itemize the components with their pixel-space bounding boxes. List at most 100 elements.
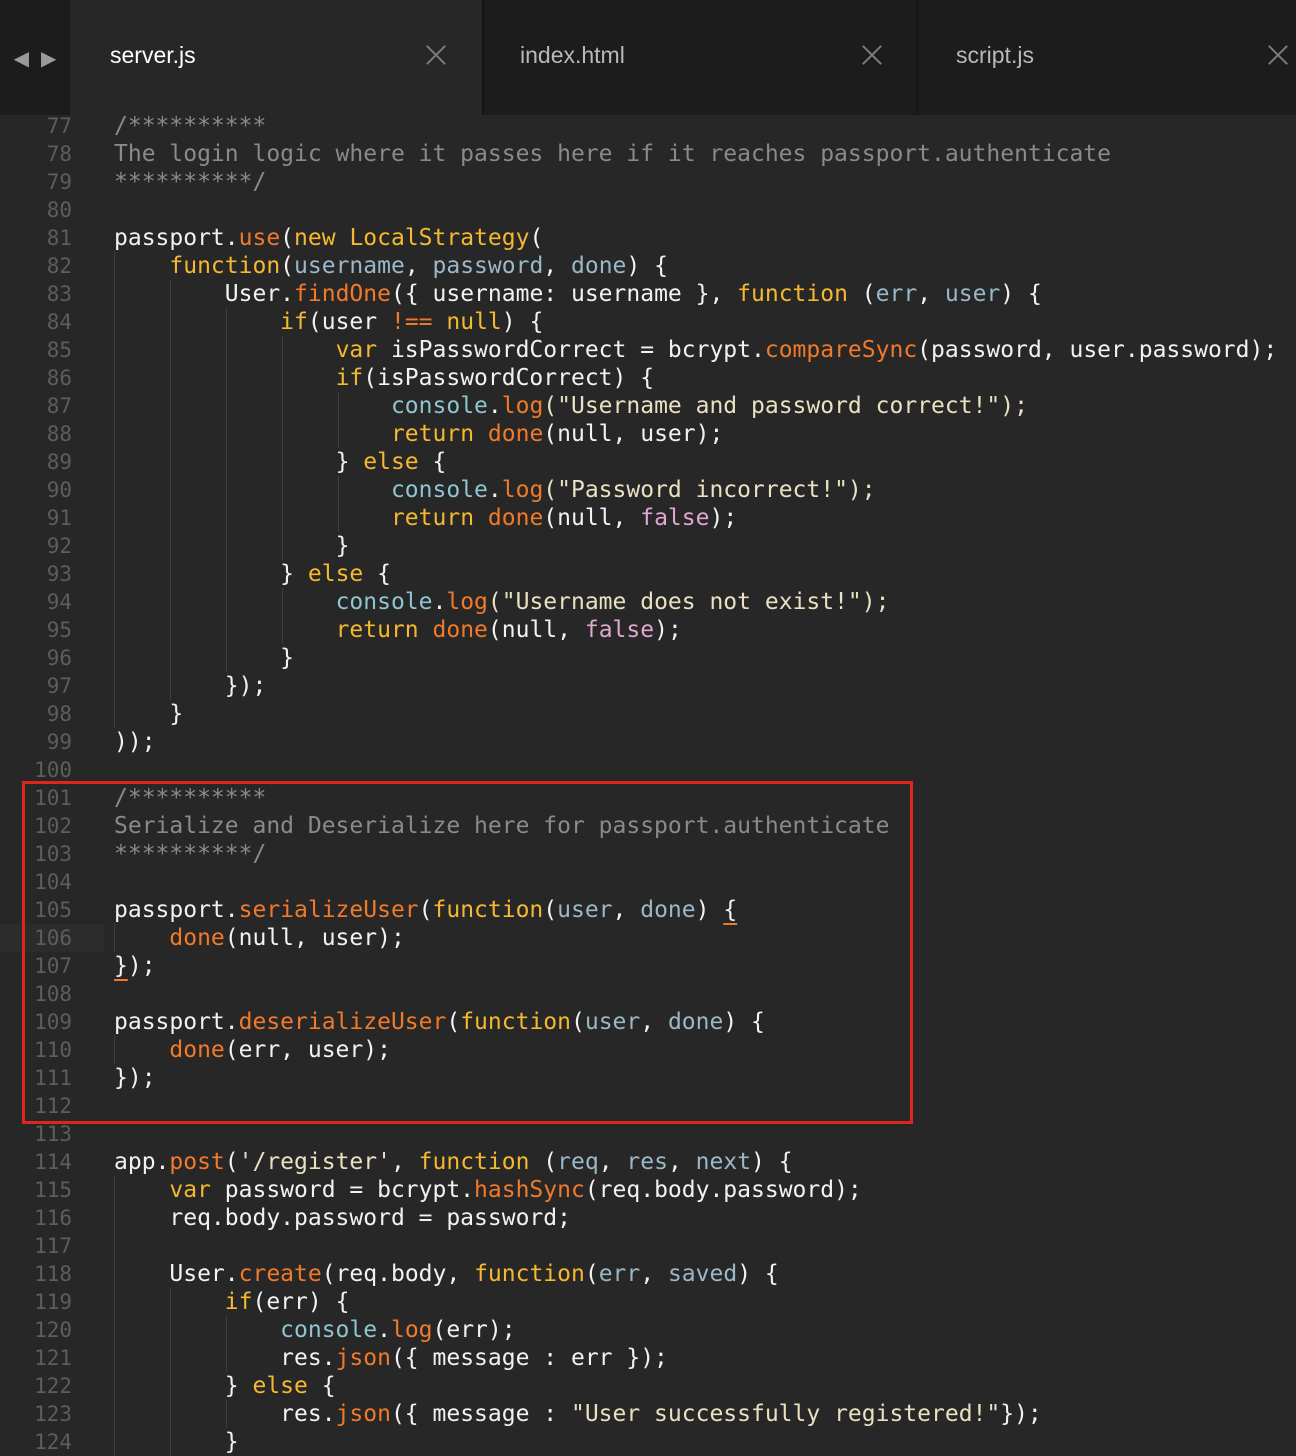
line-number: 86 <box>46 366 72 390</box>
code-token: ( <box>529 1149 558 1175</box>
code-token: app. <box>114 1149 170 1175</box>
code-token: ( <box>584 1261 599 1287</box>
code-token: . <box>432 589 447 615</box>
code-token: done <box>487 505 544 531</box>
code-token: saved <box>667 1261 738 1287</box>
close-icon[interactable] <box>859 42 885 68</box>
code-token: } <box>224 1373 253 1399</box>
code-token: }); <box>114 1065 156 1091</box>
code-token: deserializeUser <box>238 1009 447 1035</box>
code-line: } <box>114 1428 1296 1456</box>
tab-index-html[interactable]: index.html <box>484 0 916 115</box>
code-token: log <box>501 477 544 503</box>
code-token: ("Password incorrect!"); <box>543 477 876 503</box>
code-line: return done(null, false); <box>114 616 1296 644</box>
code-token: /********** <box>114 785 267 811</box>
arrow-right-icon[interactable]: ▶ <box>41 46 56 70</box>
code-token: var <box>335 337 378 363</box>
code-token: serializeUser <box>238 897 419 923</box>
code-token: ( <box>847 281 876 307</box>
code-token: isPasswordCorrect = bcrypt. <box>377 337 765 363</box>
code-token: passport. <box>114 897 239 923</box>
code-token: (null, user); <box>224 925 405 951</box>
code-token: done <box>169 925 225 951</box>
code-token: function <box>418 1149 530 1175</box>
indent-guide <box>338 476 339 532</box>
code-token: (err); <box>432 1317 516 1343</box>
code-token: User. <box>224 281 295 307</box>
code-token: null <box>446 309 502 335</box>
code-line: return done(null, user); <box>114 420 1296 448</box>
code-token: return <box>390 421 475 447</box>
code-line: } else { <box>114 1372 1296 1400</box>
code-line: if(err) { <box>114 1288 1296 1316</box>
code-token: (user <box>307 309 391 335</box>
code-token: done <box>667 1009 724 1035</box>
line-number: 114 <box>34 1150 72 1174</box>
code-line: console.log("Username and password corre… <box>114 392 1296 420</box>
code-token: ( <box>280 225 295 251</box>
code-token: log <box>390 1317 433 1343</box>
code-token: !== <box>390 309 433 335</box>
tab-script-js[interactable]: script.js <box>918 0 1296 115</box>
code-token: console <box>335 589 433 615</box>
line-number: 94 <box>46 590 72 614</box>
code-line: res.json({ message : err }); <box>114 1344 1296 1372</box>
code-line: console.log("Username does not exist!"); <box>114 588 1296 616</box>
code-token: passport. <box>114 225 239 251</box>
code-token: function <box>432 897 544 923</box>
code-token: } <box>335 533 350 559</box>
tab-label: index.html <box>520 42 625 68</box>
code-token: user <box>557 897 613 923</box>
close-icon[interactable] <box>423 42 449 68</box>
code-token: ( <box>418 897 433 923</box>
line-number: 96 <box>46 646 72 670</box>
line-number: 111 <box>34 1066 72 1090</box>
code-line: req.body.password = password; <box>114 1204 1296 1232</box>
line-number: 95 <box>46 618 72 642</box>
code-token: log <box>446 589 488 615</box>
arrow-left-icon[interactable]: ◀ <box>14 46 29 70</box>
code-token: The login logic where it passes here if … <box>114 141 1111 167</box>
code-token: json <box>335 1401 391 1427</box>
indent-guide <box>226 1316 227 1372</box>
line-number: 98 <box>46 702 72 726</box>
code-line: return done(null, false); <box>114 504 1296 532</box>
line-number: 112 <box>34 1094 72 1118</box>
code-editor[interactable]: /********** The login logic where it pass… <box>114 112 1296 1456</box>
code-line: Serialize and Deserialize here for passp… <box>114 812 1296 840</box>
line-number: 122 <box>34 1374 72 1398</box>
code-line: var password = bcrypt.hashSync(req.body.… <box>114 1176 1296 1204</box>
close-icon[interactable] <box>1265 42 1291 68</box>
code-token: , <box>640 1009 668 1035</box>
code-token: ( <box>543 897 558 923</box>
code-token: return <box>335 617 419 643</box>
code-token: json <box>335 1345 391 1371</box>
indent-guide <box>170 1288 171 1456</box>
code-line: **********/ <box>114 168 1296 196</box>
tab-server-js[interactable]: server.js <box>70 0 482 115</box>
line-number: 116 <box>34 1206 72 1230</box>
line-number: 107 <box>34 954 72 978</box>
code-token: done <box>169 1037 225 1063</box>
line-number: 104 <box>34 870 72 894</box>
code-token: ) { <box>751 1149 793 1175</box>
code-token: username <box>294 253 405 279</box>
line-number: 83 <box>46 282 72 306</box>
code-token: (err, user); <box>224 1037 391 1063</box>
code-token: create <box>238 1261 322 1287</box>
code-line: The login logic where it passes here if … <box>114 140 1296 168</box>
code-token: false <box>584 617 655 643</box>
code-token: , <box>640 1261 668 1287</box>
code-line: passport.serializeUser(function(user, do… <box>114 896 1296 924</box>
indent-guide <box>282 336 283 560</box>
code-token: , <box>390 1149 419 1175</box>
code-token: } <box>335 449 364 475</box>
tab-label: server.js <box>110 42 196 68</box>
